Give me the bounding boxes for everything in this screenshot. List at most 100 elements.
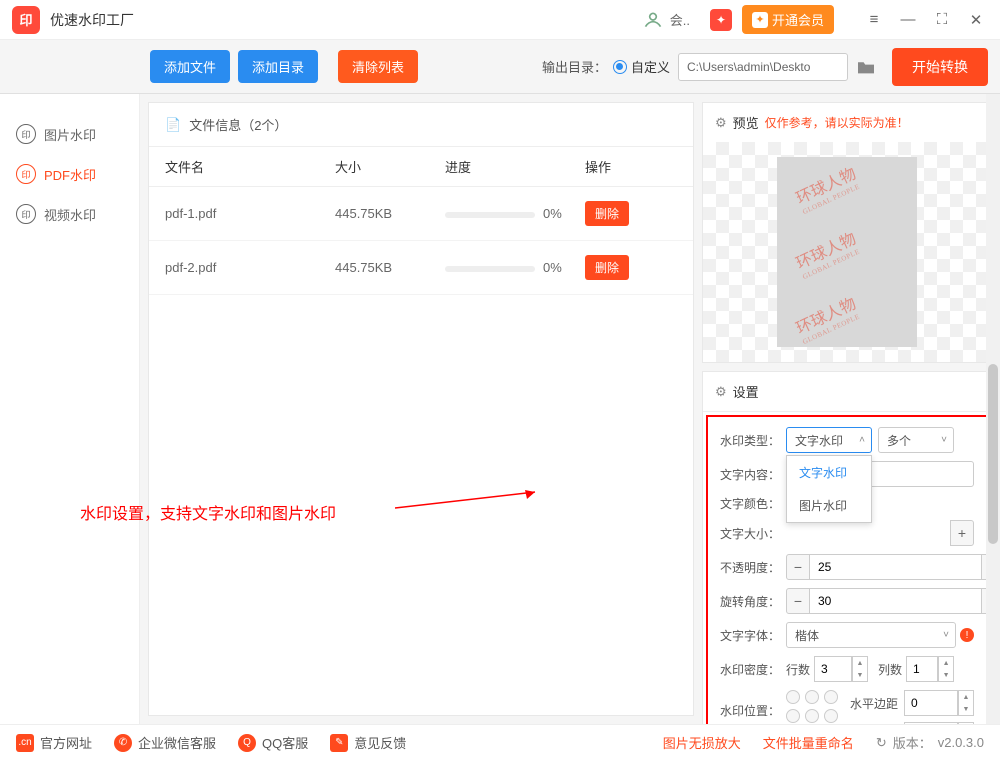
chevron-down-icon: ▼ <box>959 703 973 715</box>
pdf-watermark-icon: 印 <box>16 164 36 184</box>
watermark-count-select[interactable]: 多个˅ <box>878 427 954 453</box>
video-watermark-icon: 印 <box>16 204 36 224</box>
position-dot[interactable] <box>805 709 819 723</box>
add-dir-button[interactable]: 添加目录 <box>238 50 318 83</box>
scrollbar-thumb[interactable] <box>988 364 998 544</box>
dropdown-option-image[interactable]: 图片水印 <box>787 489 871 522</box>
hmargin-spinner[interactable]: ▲▼ <box>958 690 974 716</box>
file-list-panel: 📄 文件信息（2个） 文件名 大小 进度 操作 pdf-1.pdf 445.75… <box>148 102 694 716</box>
open-vip-button[interactable]: ✦ 开通会员 <box>742 5 834 34</box>
rotate-input[interactable] <box>810 588 981 614</box>
titlebar: 印 优速水印工厂 会.. ✦ ✦ 开通会员 ≡ — ⛶ ✕ <box>0 0 1000 40</box>
chevron-down-icon: ▼ <box>939 669 953 681</box>
col-op: 操作 <box>585 157 645 176</box>
position-dot[interactable] <box>824 690 838 704</box>
warning-icon: ! <box>960 628 974 642</box>
progress-bar <box>445 266 535 272</box>
col-name: 文件名 <box>165 157 335 176</box>
preview-warning: 仅作参考，请以实际为准！ <box>765 114 909 131</box>
color-label: 文字颜色： <box>720 495 786 512</box>
rows-spinner[interactable]: ▲▼ <box>852 656 868 682</box>
scrollbar-track[interactable] <box>986 94 1000 724</box>
position-label: 水印位置： <box>720 690 786 719</box>
cell-name: pdf-1.pdf <box>165 206 335 221</box>
start-convert-button[interactable]: 开始转换 <box>892 48 988 86</box>
position-dot[interactable] <box>786 709 800 723</box>
dropdown-option-text[interactable]: 文字水印 <box>787 456 871 489</box>
delete-button[interactable]: 删除 <box>585 255 629 280</box>
chevron-up-icon: ▲ <box>959 723 973 724</box>
qq-icon: Q <box>238 734 256 752</box>
sidebar-item-label: 图片水印 <box>44 125 96 144</box>
cols-input[interactable] <box>906 656 938 682</box>
type-label: 水印类型： <box>720 432 786 449</box>
clear-list-button[interactable]: 清除列表 <box>338 50 418 83</box>
size-label: 文字大小： <box>720 525 786 542</box>
size-plus-button[interactable]: + <box>950 520 974 546</box>
table-row: pdf-1.pdf 445.75KB 0% 删除 <box>149 187 693 241</box>
col-size: 大小 <box>335 157 445 176</box>
content-label: 文字内容： <box>720 466 786 483</box>
chevron-down-icon: ˅ <box>943 630 949 641</box>
hmargin-label: 水平边距 <box>850 695 904 712</box>
batch-rename-link[interactable]: 文件批量重命名 <box>763 733 854 752</box>
feedback-link[interactable]: ✎意见反馈 <box>330 733 406 752</box>
user-avatar-icon <box>642 9 664 31</box>
watermark-type-select[interactable]: 文字水印˄ 文字水印 图片水印 <box>786 427 872 453</box>
position-dot[interactable] <box>805 690 819 704</box>
settings-title: 设置 <box>733 382 759 401</box>
output-path-input[interactable] <box>678 53 848 81</box>
progress-bar <box>445 212 535 218</box>
app-badge-icon[interactable]: ✦ <box>710 9 732 31</box>
annotation-arrow <box>395 490 550 526</box>
official-site-link[interactable]: .cn官方网址 <box>16 733 92 752</box>
cell-progress: 0% <box>445 260 585 275</box>
font-label: 文字字体： <box>720 627 786 644</box>
opacity-input[interactable] <box>810 554 981 580</box>
minimize-icon[interactable]: — <box>896 8 920 32</box>
cell-name: pdf-2.pdf <box>165 260 335 275</box>
opacity-minus-button[interactable]: − <box>786 554 810 580</box>
lossless-upscale-link[interactable]: 图片无损放大 <box>663 733 741 752</box>
chevron-up-icon: ˄ <box>859 435 865 446</box>
sidebar-item-video-watermark[interactable]: 印 视频水印 <box>0 194 139 234</box>
browse-folder-icon[interactable] <box>852 53 880 81</box>
density-label: 水印密度： <box>720 661 786 678</box>
sidebar-item-image-watermark[interactable]: 印 图片水印 <box>0 114 139 154</box>
app-logo: 印 <box>12 6 40 34</box>
user-segment[interactable]: 会.. <box>642 9 690 31</box>
chevron-up-icon: ▲ <box>853 657 867 669</box>
type-dropdown: 文字水印 图片水印 <box>786 455 872 523</box>
cols-spinner[interactable]: ▲▼ <box>938 656 954 682</box>
font-select[interactable]: 楷体˅ <box>786 622 956 648</box>
rotate-minus-button[interactable]: − <box>786 588 810 614</box>
table-row: pdf-2.pdf 445.75KB 0% 删除 <box>149 241 693 295</box>
radio-custom-label: 自定义 <box>631 57 670 76</box>
col-progress: 进度 <box>445 157 585 176</box>
qq-support-link[interactable]: QQQ客服 <box>238 733 308 752</box>
rows-input[interactable] <box>814 656 852 682</box>
vmargin-spinner[interactable]: ▲▼ <box>958 722 974 724</box>
vip-label: 开通会员 <box>772 10 824 29</box>
vmargin-input[interactable] <box>904 722 958 724</box>
position-dot[interactable] <box>824 709 838 723</box>
hmargin-input[interactable] <box>904 690 958 716</box>
app-title: 优速水印工厂 <box>50 10 134 30</box>
menu-icon[interactable]: ≡ <box>862 8 886 32</box>
gear-icon: ⚙ <box>715 115 727 131</box>
user-name: 会.. <box>670 10 690 29</box>
close-icon[interactable]: ✕ <box>964 8 988 32</box>
maximize-icon[interactable]: ⛶ <box>930 8 954 32</box>
position-dot[interactable] <box>786 690 800 704</box>
footer: .cn官方网址 ✆企业微信客服 QQQ客服 ✎意见反馈 图片无损放大 文件批量重… <box>0 724 1000 760</box>
preview-canvas: 环球人物GLOBAL PEOPLE 环球人物GLOBAL PEOPLE 环球人物… <box>703 142 991 362</box>
wechat-support-link[interactable]: ✆企业微信客服 <box>114 733 216 752</box>
feedback-icon: ✎ <box>330 734 348 752</box>
sidebar-item-label: 视频水印 <box>44 205 96 224</box>
sidebar-item-pdf-watermark[interactable]: 印 PDF水印 <box>0 154 139 194</box>
delete-button[interactable]: 删除 <box>585 201 629 226</box>
output-radio-custom[interactable]: 自定义 <box>613 57 670 76</box>
add-file-button[interactable]: 添加文件 <box>150 50 230 83</box>
refresh-icon[interactable]: ↻ <box>876 735 887 751</box>
wechat-icon: ✆ <box>114 734 132 752</box>
